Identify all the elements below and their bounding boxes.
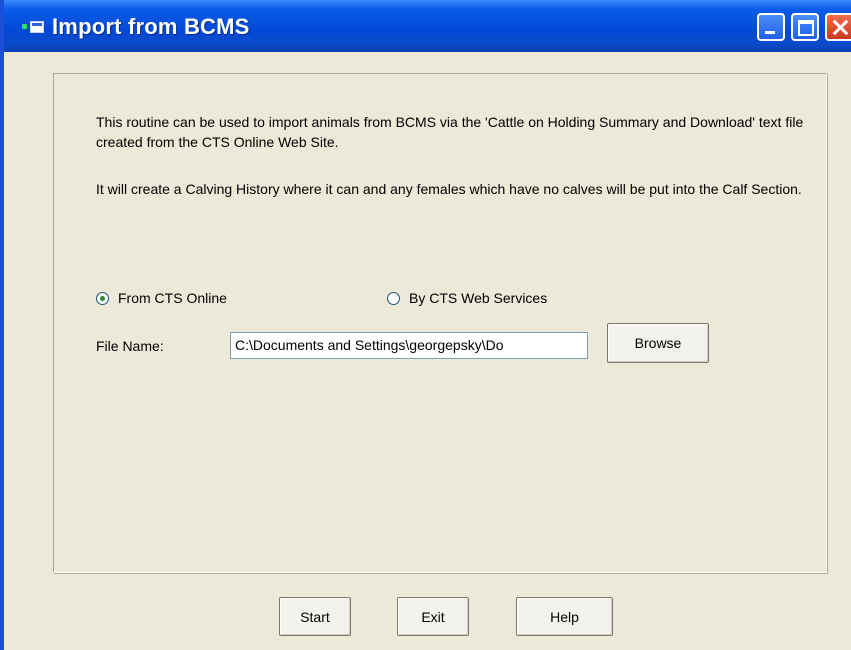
close-button[interactable] — [825, 13, 851, 41]
radio-button-unchecked[interactable] — [387, 291, 400, 305]
start-button[interactable]: Start — [279, 597, 351, 636]
radio-by-cts-web-services[interactable]: By CTS Web Services — [387, 290, 547, 306]
radio-label-online: From CTS Online — [118, 290, 227, 306]
description-paragraph-1: This routine can be used to import anima… — [96, 114, 804, 150]
app-status-icon — [22, 24, 27, 29]
title-bar[interactable]: Import from BCMS — [4, 0, 851, 52]
window-title: Import from BCMS — [52, 14, 250, 39]
browse-button[interactable]: Browse — [607, 323, 709, 363]
minimize-button[interactable] — [757, 13, 785, 41]
help-button[interactable]: Help — [516, 597, 613, 636]
radio-from-cts-online[interactable]: From CTS Online — [96, 290, 227, 306]
exit-button[interactable]: Exit — [397, 597, 469, 636]
file-name-label: File Name: — [96, 338, 164, 354]
radio-button-checked[interactable] — [96, 291, 109, 305]
description-paragraph-2: It will create a Calving History where i… — [96, 181, 802, 197]
radio-label-webservices: By CTS Web Services — [409, 290, 548, 306]
import-window: Import from BCMS This routine can be use… — [0, 0, 851, 650]
maximize-button[interactable] — [791, 13, 819, 41]
file-name-input[interactable]: C:\Documents and Settings\georgepsky\Do — [230, 332, 588, 359]
window-icon[interactable] — [30, 21, 44, 33]
